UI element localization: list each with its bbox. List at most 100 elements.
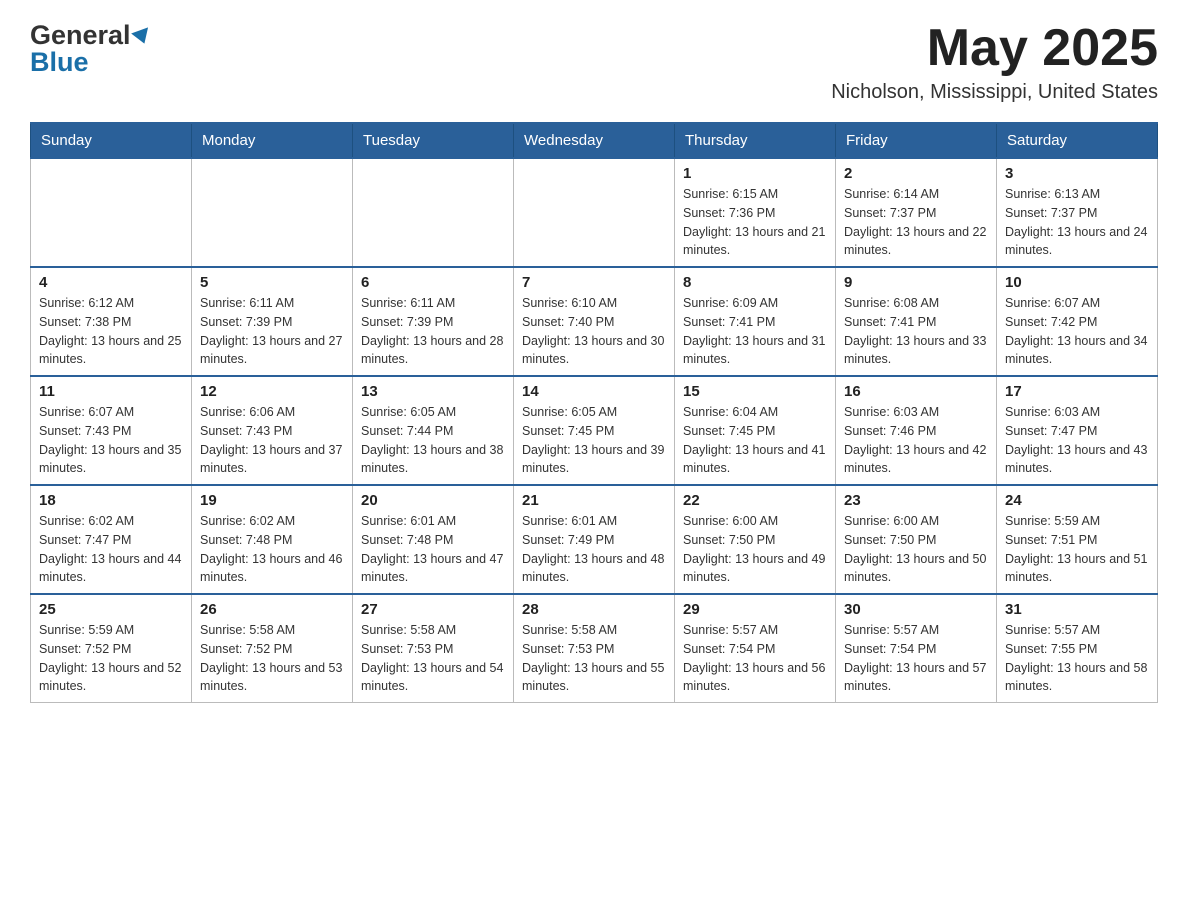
calendar-cell: 18Sunrise: 6:02 AMSunset: 7:47 PMDayligh… [31, 485, 192, 594]
calendar-cell: 25 Sunrise: 5:59 AMSunset: 7:52 PMDayligh… [31, 594, 192, 703]
day-info: Sunrise: 5:57 AMSunset: 7:55 PMDaylight:… [1005, 621, 1149, 696]
month-title: May 2025 [831, 20, 1158, 77]
day-number: 25 [39, 601, 183, 618]
day-info: Sunrise: 5:57 AMSunset: 7:54 PMDaylight:… [683, 621, 827, 696]
day-number: 5 [200, 274, 344, 291]
calendar-cell: 10Sunrise: 6:07 AMSunset: 7:42 PMDayligh… [997, 267, 1158, 376]
day-number: 1 [683, 165, 827, 182]
day-info: Sunrise: 6:08 AMSunset: 7:41 PMDaylight:… [844, 294, 988, 369]
calendar-header-thursday: Thursday [675, 123, 836, 158]
day-info: Sunrise: 6:00 AMSunset: 7:50 PMDaylight:… [683, 512, 827, 587]
calendar-cell: 5 Sunrise: 6:11 AMSunset: 7:39 PMDaylight… [192, 267, 353, 376]
day-number: 15 [683, 383, 827, 400]
day-info: Sunrise: 6:07 AMSunset: 7:43 PMDaylight:… [39, 403, 183, 478]
calendar-cell: 2 Sunrise: 6:14 AMSunset: 7:37 PMDaylight… [836, 158, 997, 267]
day-info: Sunrise: 6:15 AMSunset: 7:36 PMDaylight:… [683, 185, 827, 260]
day-number: 14 [522, 383, 666, 400]
day-info: Sunrise: 6:04 AMSunset: 7:45 PMDaylight:… [683, 403, 827, 478]
calendar-cell: 17Sunrise: 6:03 AMSunset: 7:47 PMDayligh… [997, 376, 1158, 485]
day-info: Sunrise: 5:58 AMSunset: 7:53 PMDaylight:… [361, 621, 505, 696]
day-number: 29 [683, 601, 827, 618]
calendar-table: SundayMondayTuesdayWednesdayThursdayFrid… [30, 122, 1158, 703]
calendar-cell: 23 Sunrise: 6:00 AMSunset: 7:50 PMDayligh… [836, 485, 997, 594]
calendar-cell: 20Sunrise: 6:01 AMSunset: 7:48 PMDayligh… [353, 485, 514, 594]
day-info: Sunrise: 5:59 AMSunset: 7:52 PMDaylight:… [39, 621, 183, 696]
calendar-cell: 27 Sunrise: 5:58 AMSunset: 7:53 PMDayligh… [353, 594, 514, 703]
day-info: Sunrise: 6:11 AMSunset: 7:39 PMDaylight:… [361, 294, 505, 369]
day-number: 2 [844, 165, 988, 182]
day-number: 22 [683, 492, 827, 509]
calendar-cell: 8 Sunrise: 6:09 AMSunset: 7:41 PMDaylight… [675, 267, 836, 376]
calendar-cell: 19Sunrise: 6:02 AMSunset: 7:48 PMDayligh… [192, 485, 353, 594]
day-number: 31 [1005, 601, 1149, 618]
calendar-week-row: 25 Sunrise: 5:59 AMSunset: 7:52 PMDayligh… [31, 594, 1158, 703]
day-info: Sunrise: 6:06 AMSunset: 7:43 PMDaylight:… [200, 403, 344, 478]
calendar-header-friday: Friday [836, 123, 997, 158]
day-number: 17 [1005, 383, 1149, 400]
calendar-cell: 4Sunrise: 6:12 AMSunset: 7:38 PMDaylight… [31, 267, 192, 376]
calendar-cell: 22 Sunrise: 6:00 AMSunset: 7:50 PMDayligh… [675, 485, 836, 594]
day-info: Sunrise: 6:00 AMSunset: 7:50 PMDaylight:… [844, 512, 988, 587]
calendar-cell: 26Sunrise: 5:58 AMSunset: 7:52 PMDayligh… [192, 594, 353, 703]
calendar-header-row: SundayMondayTuesdayWednesdayThursdayFrid… [31, 123, 1158, 158]
calendar-week-row: 1 Sunrise: 6:15 AMSunset: 7:36 PMDaylight… [31, 158, 1158, 267]
day-info: Sunrise: 6:12 AMSunset: 7:38 PMDaylight:… [39, 294, 183, 369]
day-number: 18 [39, 492, 183, 509]
calendar-cell: 13 Sunrise: 6:05 AMSunset: 7:44 PMDayligh… [353, 376, 514, 485]
calendar-week-row: 18Sunrise: 6:02 AMSunset: 7:47 PMDayligh… [31, 485, 1158, 594]
title-section: May 2025 Nicholson, Mississippi, United … [831, 20, 1158, 104]
calendar-cell: 21 Sunrise: 6:01 AMSunset: 7:49 PMDayligh… [514, 485, 675, 594]
day-number: 24 [1005, 492, 1149, 509]
day-number: 6 [361, 274, 505, 291]
day-number: 20 [361, 492, 505, 509]
day-info: Sunrise: 6:09 AMSunset: 7:41 PMDaylight:… [683, 294, 827, 369]
day-number: 16 [844, 383, 988, 400]
calendar-header-sunday: Sunday [31, 123, 192, 158]
calendar-cell: 31 Sunrise: 5:57 AMSunset: 7:55 PMDayligh… [997, 594, 1158, 703]
calendar-cell: 30Sunrise: 5:57 AMSunset: 7:54 PMDayligh… [836, 594, 997, 703]
calendar-cell: 28Sunrise: 5:58 AMSunset: 7:53 PMDayligh… [514, 594, 675, 703]
calendar-cell: 24Sunrise: 5:59 AMSunset: 7:51 PMDayligh… [997, 485, 1158, 594]
location-text: Nicholson, Mississippi, United States [831, 81, 1158, 104]
day-number: 13 [361, 383, 505, 400]
calendar-header-saturday: Saturday [997, 123, 1158, 158]
day-number: 9 [844, 274, 988, 291]
day-number: 30 [844, 601, 988, 618]
day-info: Sunrise: 6:11 AMSunset: 7:39 PMDaylight:… [200, 294, 344, 369]
calendar-cell: 3 Sunrise: 6:13 AMSunset: 7:37 PMDaylight… [997, 158, 1158, 267]
logo-blue-word: Blue [30, 47, 152, 78]
day-info: Sunrise: 6:01 AMSunset: 7:49 PMDaylight:… [522, 512, 666, 587]
calendar-cell [353, 158, 514, 267]
calendar-header-monday: Monday [192, 123, 353, 158]
calendar-cell: 7Sunrise: 6:10 AMSunset: 7:40 PMDaylight… [514, 267, 675, 376]
day-info: Sunrise: 6:05 AMSunset: 7:45 PMDaylight:… [522, 403, 666, 478]
day-info: Sunrise: 6:14 AMSunset: 7:37 PMDaylight:… [844, 185, 988, 260]
calendar-header-tuesday: Tuesday [353, 123, 514, 158]
day-number: 8 [683, 274, 827, 291]
day-number: 3 [1005, 165, 1149, 182]
calendar-header-wednesday: Wednesday [514, 123, 675, 158]
calendar-cell: 16 Sunrise: 6:03 AMSunset: 7:46 PMDayligh… [836, 376, 997, 485]
calendar-cell: 12 Sunrise: 6:06 AMSunset: 7:43 PMDayligh… [192, 376, 353, 485]
calendar-cell [192, 158, 353, 267]
day-info: Sunrise: 6:05 AMSunset: 7:44 PMDaylight:… [361, 403, 505, 478]
day-number: 21 [522, 492, 666, 509]
calendar-cell: 9 Sunrise: 6:08 AMSunset: 7:41 PMDaylight… [836, 267, 997, 376]
calendar-cell: 14 Sunrise: 6:05 AMSunset: 7:45 PMDayligh… [514, 376, 675, 485]
day-info: Sunrise: 6:10 AMSunset: 7:40 PMDaylight:… [522, 294, 666, 369]
calendar-cell: 1 Sunrise: 6:15 AMSunset: 7:36 PMDaylight… [675, 158, 836, 267]
calendar-cell: 6 Sunrise: 6:11 AMSunset: 7:39 PMDaylight… [353, 267, 514, 376]
day-info: Sunrise: 6:13 AMSunset: 7:37 PMDaylight:… [1005, 185, 1149, 260]
logo: General Blue [30, 20, 152, 78]
calendar-cell [31, 158, 192, 267]
day-number: 11 [39, 383, 183, 400]
calendar-cell: 11 Sunrise: 6:07 AMSunset: 7:43 PMDayligh… [31, 376, 192, 485]
day-number: 23 [844, 492, 988, 509]
day-info: Sunrise: 6:07 AMSunset: 7:42 PMDaylight:… [1005, 294, 1149, 369]
calendar-week-row: 11 Sunrise: 6:07 AMSunset: 7:43 PMDayligh… [31, 376, 1158, 485]
day-info: Sunrise: 6:03 AMSunset: 7:46 PMDaylight:… [844, 403, 988, 478]
day-number: 12 [200, 383, 344, 400]
day-number: 27 [361, 601, 505, 618]
calendar-cell: 15 Sunrise: 6:04 AMSunset: 7:45 PMDayligh… [675, 376, 836, 485]
calendar-cell [514, 158, 675, 267]
